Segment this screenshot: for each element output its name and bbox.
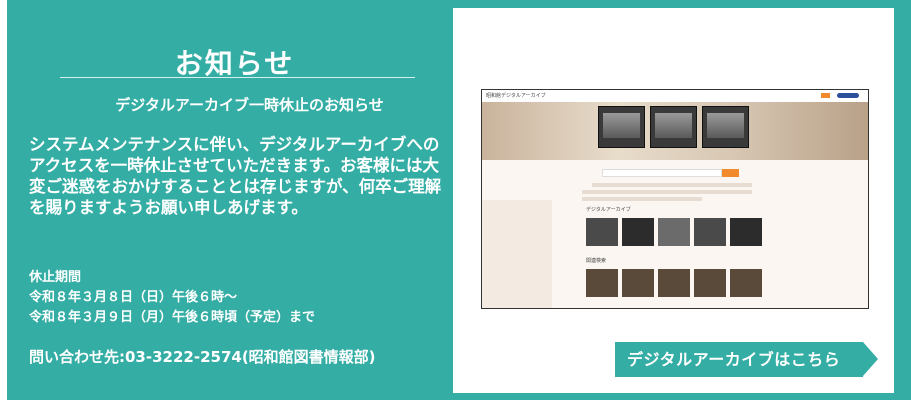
thumb-sidebar — [482, 200, 552, 308]
thumb-logo-mark — [837, 93, 859, 98]
arrow-right-icon[interactable] — [863, 342, 878, 376]
notice-subtitle: デジタルアーカイブ一時休止のお知らせ — [115, 96, 384, 114]
thumb-photo-3 — [702, 106, 749, 148]
thumb-search-button — [722, 169, 739, 177]
suspension-end: 令和８年３月９日（月）午後６時頃（予定）まで — [29, 310, 316, 325]
thumb-tile — [622, 218, 654, 246]
thumb-photo-1 — [598, 106, 645, 148]
thumb-tile — [658, 218, 690, 246]
digital-archive-link-button[interactable]: デジタルアーカイブはこちら — [615, 342, 863, 377]
thumb-tile — [586, 218, 618, 246]
thumb-filter-row — [582, 197, 702, 201]
thumb-search-box — [602, 169, 722, 177]
thumb-tile — [658, 269, 690, 297]
thumb-filter-row — [582, 190, 752, 194]
suspension-start: 令和８年３月８日（日）午後６時～ — [29, 290, 238, 305]
thumb-filter-row — [592, 183, 752, 187]
thumb-tile — [730, 269, 762, 297]
thumb-tile — [694, 218, 726, 246]
archive-site-screenshot[interactable]: 昭和館デジタルアーカイブ デジタルアーカイブ 関連検索 — [481, 89, 869, 309]
notice-body: システムメンテナンスに伴い、デジタルアーカイブへのアクセスを一時休止させていただ… — [29, 135, 442, 217]
thumb-section-title: 関連検索 — [586, 258, 607, 264]
notice-title: お知らせ — [174, 47, 295, 80]
thumb-section-title: デジタルアーカイブ — [586, 207, 631, 213]
thumb-site-title: 昭和館デジタルアーカイブ — [486, 93, 546, 99]
notice-section: お知らせ デジタルアーカイブ一時休止のお知らせ システムメンテナンスに伴い、デジ… — [7, 0, 447, 400]
thumb-tile — [730, 218, 762, 246]
contact-info: 問い合わせ先:03-3222-2574(昭和館図書情報部) — [29, 348, 376, 366]
thumb-tile — [586, 269, 618, 297]
banner: お知らせ デジタルアーカイブ一時休止のお知らせ システムメンテナンスに伴い、デジ… — [0, 0, 911, 400]
thumb-login-badge — [821, 93, 830, 98]
title-divider — [60, 77, 415, 78]
thumb-photo-2 — [650, 106, 697, 148]
suspension-period-label: 休止期間 — [29, 270, 82, 285]
thumb-tile — [694, 269, 726, 297]
thumb-tile — [622, 269, 654, 297]
